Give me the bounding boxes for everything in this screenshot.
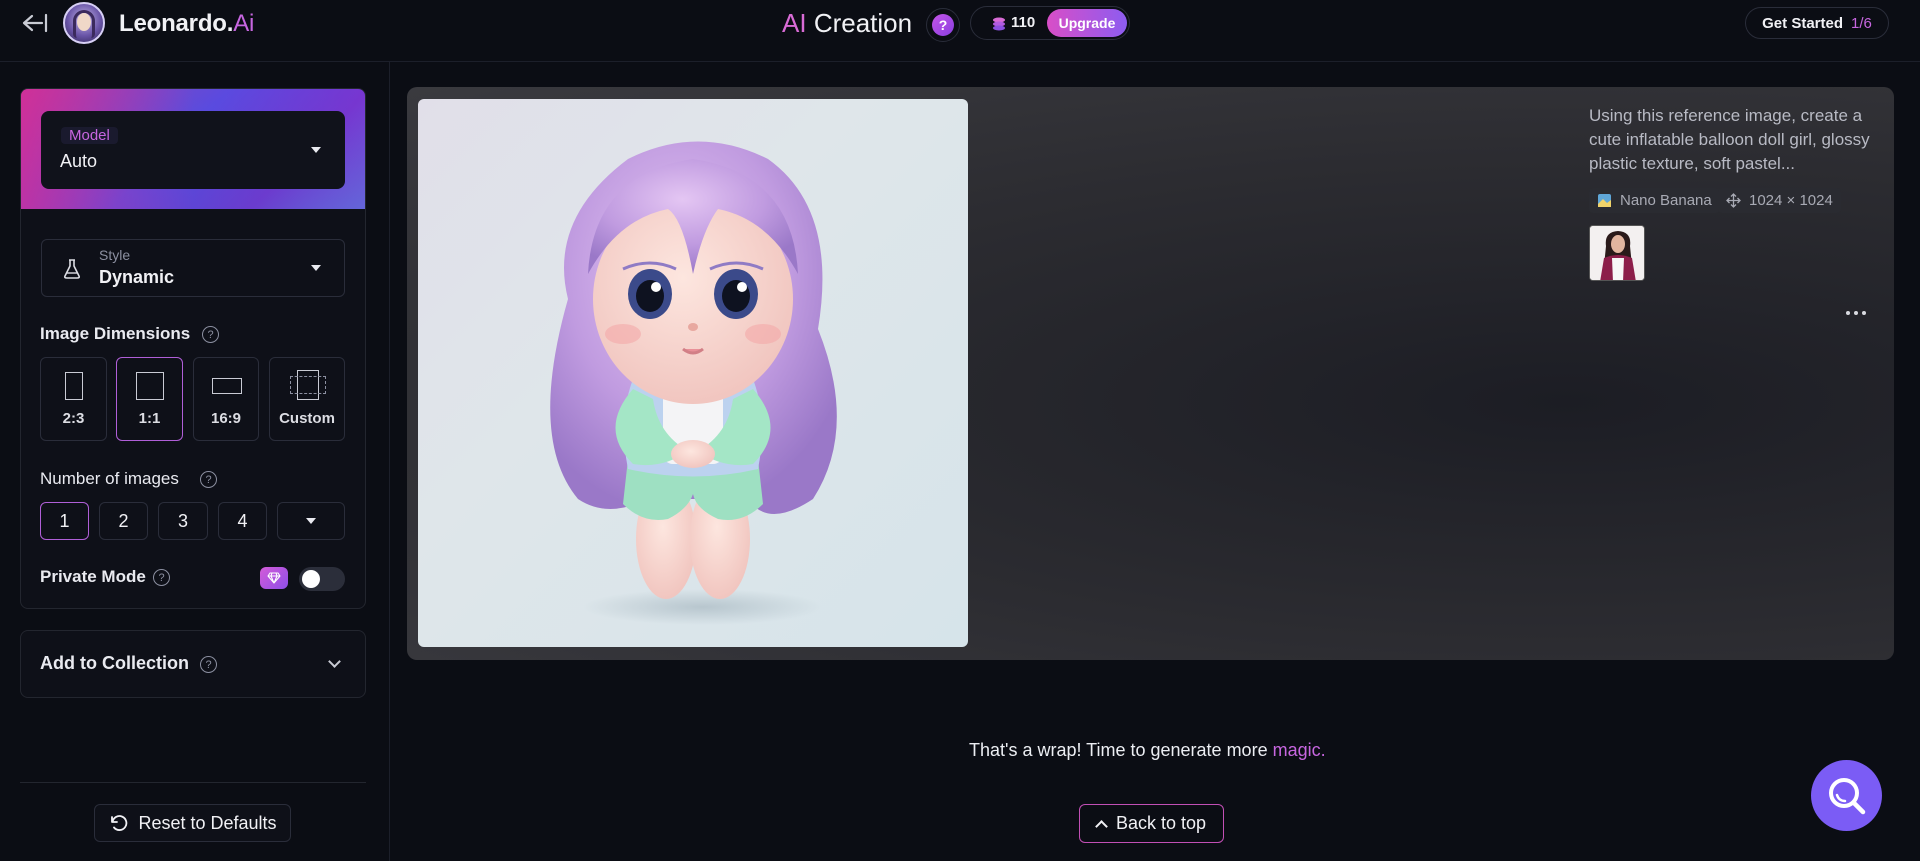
settings-panel: Model Auto Style Dynamic Image Dimension…	[20, 88, 366, 609]
top-bar: Leonardo.Ai AI Creation ? 110 Upgrade Ge…	[0, 0, 1920, 62]
help-icon[interactable]: ?	[202, 326, 219, 343]
add-to-collection-section[interactable]: Add to Collection ?	[20, 630, 366, 698]
help-icon[interactable]: ?	[200, 471, 217, 488]
dimension-2-3-button[interactable]: 2:3	[40, 357, 107, 441]
caret-down-icon	[311, 265, 321, 271]
style-label: Style	[99, 247, 131, 263]
divider	[20, 782, 366, 783]
style-select[interactable]: Style Dynamic	[41, 239, 345, 297]
generation-prompt[interactable]: Using this reference image, create a cut…	[1589, 104, 1885, 176]
search-icon	[1828, 777, 1865, 814]
num-images-more-select[interactable]	[277, 502, 345, 540]
private-mode-label: Private Mode	[40, 567, 146, 586]
num-images-3-button[interactable]: 3	[158, 502, 208, 540]
num-images-2-button[interactable]: 2	[99, 502, 148, 540]
brand-logo[interactable]: Leonardo.Ai	[119, 10, 254, 38]
add-to-collection-label: Add to Collection	[40, 653, 189, 673]
num-images-4-button[interactable]: 4	[218, 502, 267, 540]
page-title: AI Creation	[782, 8, 913, 38]
model-value: Auto	[60, 151, 98, 171]
collapse-sidebar-button[interactable]	[16, 10, 50, 36]
chevron-up-icon	[1095, 819, 1108, 833]
search-fab-button[interactable]	[1811, 760, 1882, 831]
end-of-feed-message: That's a wrap! Time to generate more mag…	[969, 740, 1326, 760]
model-label: Model	[61, 127, 118, 144]
dimension-1-1-button[interactable]: 1:1	[116, 357, 183, 441]
premium-badge	[260, 567, 288, 589]
caret-down-icon	[306, 518, 316, 524]
reference-image-thumbnail[interactable]	[1589, 225, 1645, 281]
back-to-top-button[interactable]: Back to top	[1079, 804, 1224, 843]
reset-label: Reset to Defaults	[138, 812, 277, 833]
dimension-16-9-button[interactable]: 16:9	[193, 357, 259, 441]
move-icon	[1726, 193, 1741, 208]
reset-defaults-button[interactable]: Reset to Defaults	[94, 804, 291, 842]
magic-link[interactable]: magic.	[1273, 740, 1326, 760]
help-icon[interactable]: ?	[153, 569, 170, 586]
style-value: Dynamic	[99, 267, 175, 287]
logo-avatar[interactable]	[63, 2, 105, 44]
generated-image[interactable]	[418, 99, 968, 647]
coins-icon	[993, 17, 1005, 31]
num-images-1-button[interactable]: 1	[40, 502, 89, 540]
model-tag: Nano Banana	[1589, 188, 1720, 213]
flask-icon	[63, 259, 81, 279]
size-tag: 1024 × 1024	[1718, 188, 1841, 213]
generated-image-art	[550, 141, 837, 625]
dimension-custom-button[interactable]: Custom	[269, 357, 345, 441]
credit-count: 110	[1011, 14, 1036, 31]
private-mode-toggle[interactable]	[299, 567, 345, 591]
get-started-button[interactable]: Get Started 1/6	[1745, 7, 1889, 39]
model-select[interactable]: Model Auto	[41, 111, 345, 189]
image-icon	[1598, 194, 1611, 207]
upgrade-button[interactable]: Upgrade	[1047, 9, 1127, 37]
sidebar-divider	[389, 62, 390, 861]
caret-down-icon	[311, 147, 321, 153]
arrow-left-bar-icon	[22, 13, 48, 33]
gem-icon	[267, 572, 281, 584]
image-dimensions-label: Image Dimensions	[40, 324, 191, 343]
number-of-images-label: Number of images	[40, 469, 179, 488]
get-started-progress: 1/6	[1851, 14, 1872, 32]
rotate-ccw-icon	[111, 815, 128, 831]
help-button[interactable]: ?	[926, 8, 960, 42]
reference-image-art	[1590, 226, 1644, 280]
get-started-label: Get Started	[1762, 14, 1843, 32]
more-options-button[interactable]	[1844, 307, 1868, 319]
help-icon[interactable]: ?	[200, 656, 217, 673]
chevron-down-icon	[328, 655, 341, 668]
question-icon: ?	[932, 14, 954, 36]
